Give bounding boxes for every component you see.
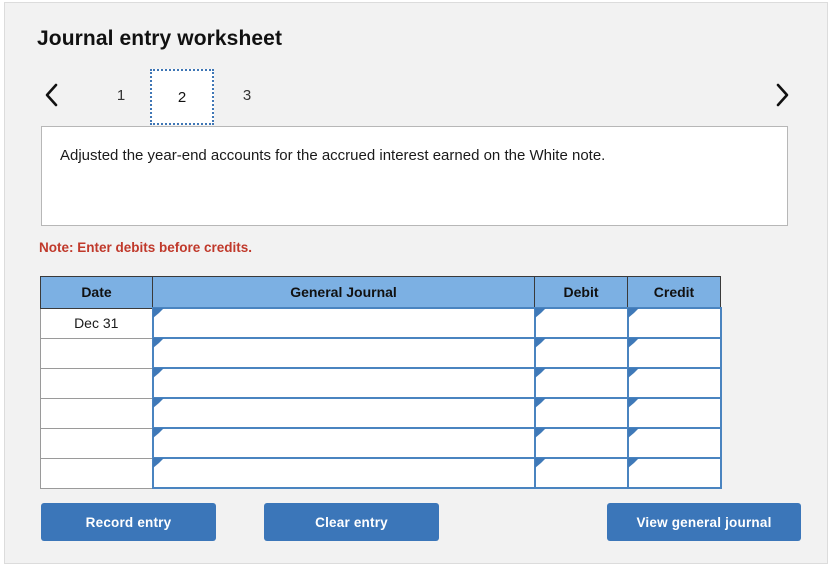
cell-debit[interactable]: [533, 367, 629, 399]
tab-3-label: 3: [242, 86, 252, 104]
credit-input[interactable]: [628, 459, 720, 487]
table-row: [40, 427, 722, 459]
clear-entry-button[interactable]: Clear entry: [264, 503, 439, 541]
tab-strip: 1 2 3: [37, 69, 797, 129]
cell-credit[interactable]: [626, 397, 722, 429]
cell-general-journal[interactable]: [151, 457, 536, 489]
cell-credit[interactable]: [626, 427, 722, 459]
credit-input[interactable]: [628, 339, 720, 367]
chevron-right-icon: [774, 82, 790, 108]
cell-debit[interactable]: [533, 307, 629, 339]
cell-date: [40, 397, 153, 429]
cell-general-journal[interactable]: [151, 427, 536, 459]
cell-credit[interactable]: [626, 337, 722, 369]
cell-general-journal[interactable]: [151, 367, 536, 399]
debit-input[interactable]: [535, 399, 627, 427]
next-page-arrow[interactable]: [767, 69, 797, 121]
debit-input[interactable]: [535, 459, 627, 487]
cell-general-journal[interactable]: [151, 397, 536, 429]
tab-1[interactable]: 1: [89, 69, 153, 121]
record-entry-button[interactable]: Record entry: [41, 503, 216, 541]
cell-date: [40, 337, 153, 369]
tab-1-label: 1: [116, 86, 126, 104]
general-journal-input[interactable]: [153, 339, 534, 367]
prev-page-arrow[interactable]: [37, 69, 67, 121]
general-journal-input[interactable]: [153, 309, 534, 337]
general-journal-input[interactable]: [153, 429, 534, 457]
tab-2[interactable]: 2: [150, 69, 214, 125]
table-header-row: Date General Journal Debit Credit: [40, 276, 721, 309]
cell-date: [40, 427, 153, 459]
cell-date: [40, 457, 153, 489]
tab-2-label: 2: [177, 88, 187, 106]
credit-input[interactable]: [628, 429, 720, 457]
credit-input[interactable]: [628, 369, 720, 397]
cell-date: [40, 367, 153, 399]
transaction-description-panel: Adjusted the year-end accounts for the a…: [41, 126, 788, 226]
table-row: [40, 397, 722, 429]
worksheet-card: Journal entry worksheet 1 2 3 Adjusted t…: [4, 2, 828, 564]
transaction-description-text: Adjusted the year-end accounts for the a…: [60, 147, 606, 164]
general-journal-input[interactable]: [153, 399, 534, 427]
cell-credit[interactable]: [626, 457, 722, 489]
general-journal-input[interactable]: [153, 369, 534, 397]
credit-input[interactable]: [628, 399, 720, 427]
cell-general-journal[interactable]: [151, 337, 536, 369]
view-general-journal-button[interactable]: View general journal: [607, 503, 801, 541]
general-journal-input[interactable]: [153, 459, 534, 487]
tab-3[interactable]: 3: [215, 69, 279, 121]
cell-debit[interactable]: [533, 337, 629, 369]
cell-credit[interactable]: [626, 307, 722, 339]
cell-debit[interactable]: [533, 397, 629, 429]
table-row: [40, 457, 722, 489]
cell-debit[interactable]: [533, 457, 629, 489]
debit-input[interactable]: [535, 369, 627, 397]
chevron-left-icon: [44, 82, 60, 108]
column-header-credit: Credit: [627, 276, 721, 309]
column-header-general-journal: General Journal: [152, 276, 535, 309]
debit-input[interactable]: [535, 309, 627, 337]
cell-general-journal[interactable]: [151, 307, 536, 339]
cell-credit[interactable]: [626, 367, 722, 399]
column-header-date: Date: [40, 276, 153, 309]
table-row: [40, 367, 722, 399]
cell-debit[interactable]: [533, 427, 629, 459]
page-title: Journal entry worksheet: [37, 27, 283, 50]
table-row: [40, 337, 722, 369]
credit-input[interactable]: [628, 309, 720, 337]
debit-input[interactable]: [535, 339, 627, 367]
debit-input[interactable]: [535, 429, 627, 457]
column-header-debit: Debit: [534, 276, 628, 309]
cell-date: Dec 31: [40, 307, 153, 339]
debits-before-credits-note: Note: Enter debits before credits.: [39, 240, 253, 255]
table-row: Dec 31: [40, 307, 722, 339]
journal-entry-table: Date General Journal Debit Credit Dec 31: [40, 276, 722, 489]
